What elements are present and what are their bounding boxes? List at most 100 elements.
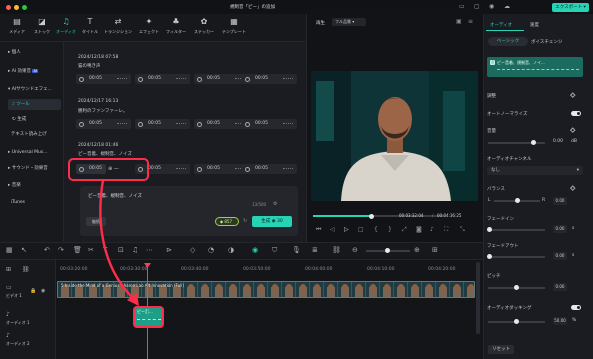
reset-button[interactable]: リセット [488,345,514,354]
keyframe-tool-icon[interactable]: ◇ [190,247,195,254]
mic-icon[interactable]: 🎙 [292,247,301,254]
volume-slider-handle[interactable] [531,140,536,145]
sound-clip[interactable]: 00:05 [194,164,249,174]
balance-value[interactable]: 0.00 [553,197,567,205]
tab-audio-properties[interactable]: オーディオ [490,22,512,28]
stop-icon[interactable]: □ [358,227,364,233]
ducking-slider-handle[interactable] [514,319,519,324]
prev-frame-icon[interactable]: ⏮ [316,227,321,233]
more-icon[interactable]: ≡ [468,19,473,25]
fade-out-slider[interactable] [488,256,545,258]
zoom-out-icon[interactable]: ⊖ [352,247,358,254]
zoom-in-icon[interactable]: ⊕ [414,247,420,254]
sound-clip[interactable]: 00:05 [76,119,131,129]
subtab-basic[interactable]: ベーシック [488,37,528,46]
tab-title[interactable]: T タイトル [77,14,103,42]
undo-icon[interactable]: ↶ [44,247,50,254]
tab-transition[interactable]: ⇄ トランジション [103,14,133,42]
sidebar-item-tools[interactable]: ♪ ツール [8,99,61,110]
sidebar-item-ai-sound-effect[interactable]: ▾ AIサウンドエフェ... [4,84,61,95]
sidebar-item-sound-effects[interactable]: ▸ サウンド・効果音 [4,163,61,174]
tab-template[interactable]: ▦ テンプレート [218,14,250,42]
close-window-button[interactable] [6,4,11,10]
fade-out-slider-handle[interactable] [487,254,492,259]
cloud-icon[interactable]: ☁ [504,4,510,10]
fade-out-value[interactable]: 0.00 [553,252,567,260]
layout-icon[interactable]: ▭ [459,4,465,10]
redo-icon[interactable]: ↷ [58,247,64,254]
mask-icon[interactable]: ◑ [228,247,234,254]
maximize-window-button[interactable] [22,4,27,10]
settings-icon[interactable]: ⚙ [273,201,277,207]
audio-channel-select[interactable]: なし ▾ [487,166,583,175]
monitor-icon[interactable]: ▢ [474,4,480,10]
snapshot-icon[interactable]: ▣ [456,19,462,25]
timeline-grid-icon[interactable]: ⊞ [432,247,438,254]
sidebar-item-tts[interactable]: テキスト読み上げ [4,129,61,140]
account-icon[interactable]: ◉ [489,4,494,10]
balance-slider-handle[interactable] [515,198,520,203]
tab-audio[interactable]: ♫ オーディオ [53,14,79,42]
sidebar-item-itunes[interactable]: iTunes [4,197,61,208]
shield-icon[interactable]: ⛉ [272,247,277,254]
tab-speed[interactable]: 速度 [530,22,539,28]
generate-button[interactable]: 生成 ◉ 30 [252,216,292,227]
sound-clip[interactable]: 00:05 [194,119,249,129]
quality-select[interactable]: フル品質 ▾ [332,18,366,26]
ai-tool-icon[interactable]: ◉ [252,247,258,254]
fit-screen-icon[interactable]: ⤢ [402,227,407,233]
tab-media[interactable]: ▤ メディア [4,14,30,42]
ducking-toggle[interactable] [571,305,581,310]
timeline-scrollbar[interactable] [476,262,480,334]
mark-in-icon[interactable]: { [374,227,378,233]
auto-normalize-toggle[interactable] [571,111,581,116]
ripple-icon[interactable]: ⊳ [166,247,172,254]
export-button[interactable]: エクスポート ▾ [552,3,589,12]
sidebar-item-personal[interactable]: ▸ 個人 [4,47,61,58]
speed-icon[interactable]: ◔ [208,247,214,254]
select-tool-icon[interactable]: ↖ [21,247,27,254]
add-track-icon[interactable]: ⊞ [6,267,11,273]
tab-effect[interactable]: ✦ エフェクト [135,14,163,42]
grid-view-icon[interactable]: ▦ [6,247,13,254]
play-button[interactable]: ▷ [344,227,349,233]
sidebar-item-ai-sfx[interactable]: ▸ AI 効果音 AI [4,66,61,77]
zoom-slider-handle[interactable] [385,248,390,253]
link-icon[interactable]: ⛓ [332,247,341,254]
fade-in-value[interactable]: 0.00 [553,225,567,233]
sidebar-item-universal-music[interactable]: ▸ Universal Mus... [4,147,61,158]
minimize-window-button[interactable] [14,4,19,10]
sound-clip[interactable]: 00:05 [194,74,249,84]
scrubber-handle[interactable] [369,213,374,219]
ducking-value[interactable]: 50.00 [553,317,567,325]
lock-icon[interactable]: 🔒 [30,288,36,294]
mark-out-icon[interactable]: } [388,227,392,233]
sidebar-item-generate[interactable]: ↻ 生成 [8,114,61,125]
step-back-icon[interactable]: ◁ [330,227,335,233]
layers-icon[interactable]: ≣ [312,247,318,254]
fullscreen-icon[interactable]: ⛶ [444,227,448,233]
sound-clip[interactable]: 00:05 [135,119,190,129]
pitch-value[interactable]: 0.00 [553,283,567,291]
tab-sticker[interactable]: ✿ ステッカー [190,14,218,42]
fade-in-slider-handle[interactable] [487,227,492,232]
preview-tab[interactable]: 再生 [316,20,325,26]
sidebar-item-music[interactable]: ▸ 音楽 [4,180,61,191]
camera-icon[interactable]: ◙ [416,227,422,233]
sound-clip[interactable]: 00:05 [76,74,131,84]
sound-clip[interactable]: 00:05 [242,164,297,174]
sound-clip[interactable]: 00:05 [242,119,297,129]
refresh-icon[interactable]: ↻ [243,218,247,224]
fade-in-slider[interactable] [488,229,545,231]
cut-icon[interactable]: ✂ [88,247,94,254]
pitch-slider-handle[interactable] [514,285,519,290]
eye-icon[interactable]: ◉ [41,288,45,294]
expand-icon[interactable]: ⤡ [460,227,465,233]
tab-stock[interactable]: ◪ ストック [29,14,55,42]
tab-filter[interactable]: ♣ フィルター [162,14,190,42]
audio-meter-icon[interactable]: ♪ [430,227,434,233]
link-track-icon[interactable]: ⛓ [22,267,30,273]
delete-icon[interactable]: 🗑 [73,247,82,254]
subtab-voice-change[interactable]: ボイスチェンジ [531,39,562,45]
volume-slider[interactable] [488,142,545,144]
